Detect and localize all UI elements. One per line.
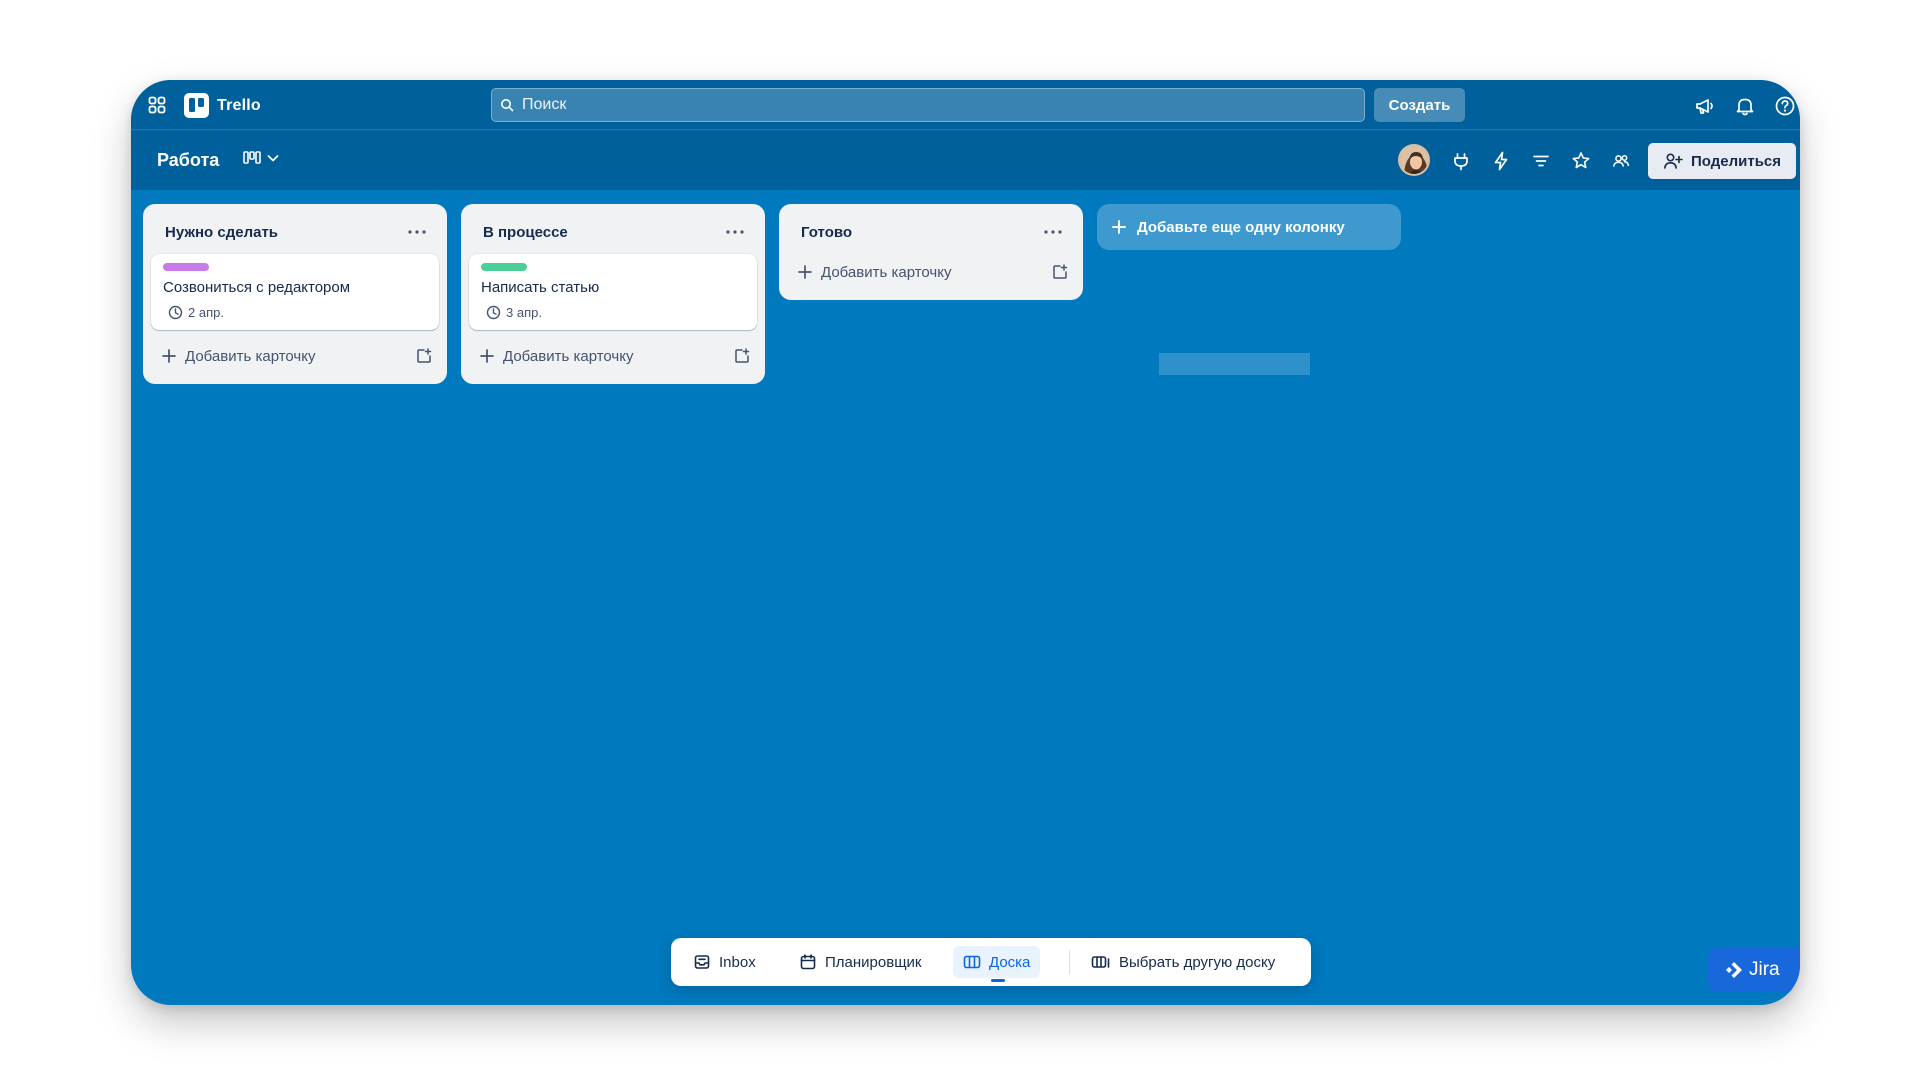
more-icon	[408, 230, 426, 234]
card-due-date[interactable]: 3 апр.	[481, 305, 745, 320]
card-label[interactable]	[481, 263, 527, 271]
list-menu-button[interactable]	[721, 221, 749, 243]
more-icon	[726, 230, 744, 234]
list-title[interactable]: В процессе	[483, 224, 568, 241]
drag-placeholder	[1159, 353, 1310, 375]
add-list-button[interactable]: Добавьте еще одну колонку	[1097, 204, 1401, 250]
create-from-template-icon[interactable]	[1051, 263, 1069, 281]
card-due-date[interactable]: 2 апр.	[163, 305, 427, 320]
switcher-other-board-label: Выбрать другую доску	[1119, 953, 1276, 971]
jira-label: Jira	[1749, 959, 1780, 980]
board-view-switcher[interactable]	[243, 150, 280, 166]
add-list-label: Добавьте еще одну колонку	[1137, 218, 1345, 236]
megaphone-icon[interactable]	[1694, 95, 1716, 117]
add-card-button[interactable]: Добавить карточку	[787, 252, 1075, 292]
list-menu-button[interactable]	[403, 221, 431, 243]
plus-icon	[1112, 220, 1126, 234]
user-photo-icon	[1400, 146, 1428, 174]
board-title[interactable]: Работа	[157, 150, 219, 171]
trello-logo[interactable]: Trello	[184, 93, 261, 118]
plus-icon	[798, 265, 812, 279]
search-icon	[501, 99, 514, 112]
trello-window: Trello Создать Работа	[131, 80, 1800, 1005]
add-person-icon	[1663, 153, 1683, 169]
automation-icon[interactable]	[1490, 150, 1512, 172]
filter-icon[interactable]	[1530, 150, 1552, 172]
board-view-icon	[243, 151, 261, 164]
plus-icon	[162, 349, 176, 363]
star-icon[interactable]	[1570, 150, 1592, 172]
add-card-button[interactable]: Добавить карточку	[469, 336, 757, 376]
share-button-label: Поделиться	[1690, 152, 1782, 170]
list-header: Готово	[787, 212, 1075, 252]
create-from-template-icon[interactable]	[733, 347, 751, 365]
more-icon	[1044, 230, 1062, 234]
card[interactable]: Написать статью 3 апр.	[469, 254, 757, 330]
card-title: Написать статью	[481, 279, 600, 296]
list-header: В процессе	[469, 212, 757, 252]
board-header: Работа Поделиться	[131, 130, 1800, 190]
list-menu-button[interactable]	[1039, 221, 1067, 243]
add-card-label: Добавить карточку	[503, 347, 634, 365]
jira-button[interactable]: Jira	[1708, 948, 1800, 992]
switcher-divider	[1069, 950, 1070, 974]
switch-board-icon	[1091, 956, 1110, 968]
help-icon[interactable]	[1774, 95, 1796, 117]
add-card-label: Добавить карточку	[185, 347, 316, 365]
list-title[interactable]: Готово	[801, 224, 852, 241]
trello-logo-icon	[184, 93, 209, 118]
list-header: Нужно сделать	[151, 212, 439, 252]
switcher-planner[interactable]: Планировщик	[789, 946, 931, 978]
switcher-other-board[interactable]: Выбрать другую доску	[1081, 946, 1285, 978]
share-button[interactable]: Поделиться	[1648, 143, 1796, 179]
calendar-icon	[800, 954, 816, 970]
bell-icon[interactable]	[1734, 95, 1756, 117]
search-input[interactable]	[522, 96, 1364, 114]
card-date: 3 апр.	[506, 305, 542, 320]
create-button[interactable]: Создать	[1374, 88, 1465, 122]
members-icon[interactable]	[1610, 150, 1632, 172]
top-navigation: Trello Создать	[131, 80, 1800, 130]
add-card-button[interactable]: Добавить карточку	[151, 336, 439, 376]
list-todo: Нужно сделать Созвониться с редактором 2…	[143, 204, 447, 384]
bottom-view-switcher: Inbox Планировщик Доска Выбрать другую д…	[671, 938, 1311, 986]
power-ups-icon[interactable]	[1450, 150, 1472, 172]
card-date: 2 апр.	[188, 305, 224, 320]
search-bar[interactable]	[491, 88, 1365, 122]
apps-grid-icon[interactable]	[148, 96, 166, 114]
list-done: Готово Добавить карточку	[779, 204, 1083, 300]
list-title[interactable]: Нужно сделать	[165, 224, 278, 241]
card-title: Созвониться с редактором	[163, 279, 351, 296]
active-indicator	[991, 979, 1005, 982]
card-label[interactable]	[163, 263, 209, 271]
list-in-progress: В процессе Написать статью 3 апр. Добави…	[461, 204, 765, 384]
clock-icon	[486, 305, 501, 320]
add-card-label: Добавить карточку	[821, 263, 952, 281]
avatar[interactable]	[1398, 144, 1430, 176]
inbox-icon	[694, 955, 710, 969]
switcher-inbox-label: Inbox	[719, 953, 756, 971]
switcher-board-label: Доска	[989, 953, 1031, 971]
switcher-board[interactable]: Доска	[953, 946, 1041, 982]
create-from-template-icon[interactable]	[415, 347, 433, 365]
clock-icon	[168, 305, 183, 320]
chevron-down-icon	[267, 155, 279, 162]
board-icon	[963, 955, 981, 969]
plus-icon	[480, 349, 494, 363]
card[interactable]: Созвониться с редактором 2 апр.	[151, 254, 439, 330]
switcher-inbox[interactable]: Inbox	[683, 946, 766, 978]
jira-logo-icon	[1726, 962, 1742, 978]
switcher-planner-label: Планировщик	[825, 953, 922, 971]
logo-text: Trello	[217, 96, 261, 114]
